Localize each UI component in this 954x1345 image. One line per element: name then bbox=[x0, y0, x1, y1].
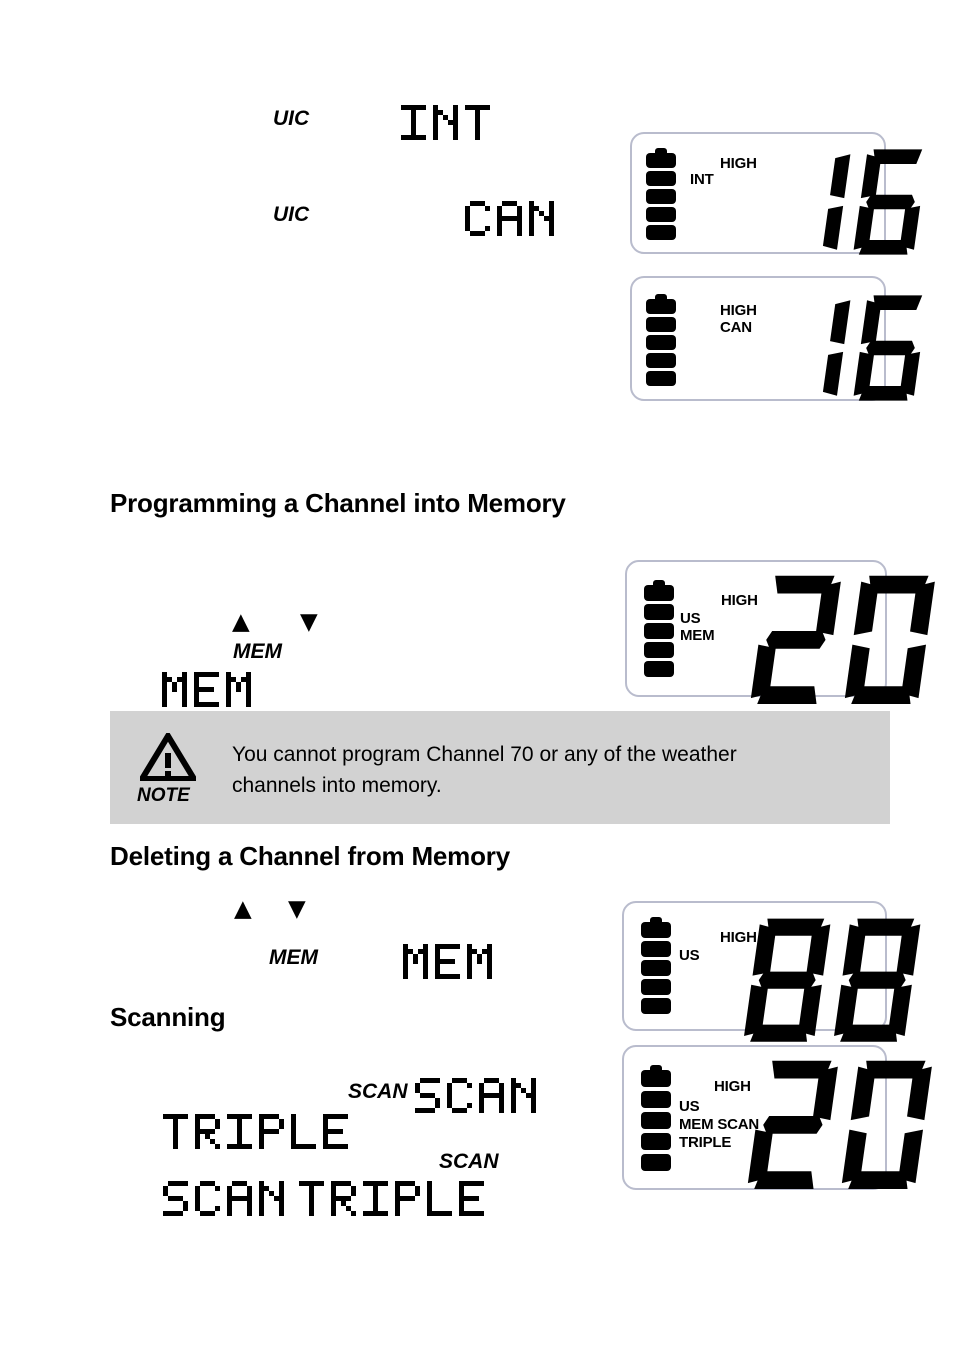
heading-programming-a-channel-into-memory: Programming a Channel into Memory bbox=[110, 488, 566, 518]
note-text-line-2: channels into memory. bbox=[232, 774, 442, 797]
heading-scanning: Scanning bbox=[110, 1002, 226, 1032]
annotation-scan-italic-1: SCAN bbox=[348, 1080, 408, 1103]
lcd-glyph bbox=[258, 1180, 284, 1216]
lcd-annotation-int bbox=[400, 104, 496, 140]
arrow-down-icon: ▼ bbox=[300, 609, 318, 635]
lcd-glyph bbox=[298, 1180, 324, 1216]
note-label: NOTE bbox=[137, 785, 190, 806]
lcd-glyph bbox=[330, 1180, 356, 1216]
lcd-panel-us-mem-20: HIGH US MEM bbox=[625, 560, 935, 705]
indicator-us: US bbox=[679, 1098, 700, 1115]
indicator-us: US bbox=[679, 947, 700, 964]
indicator-high: HIGH bbox=[720, 155, 757, 172]
lcd-glyph bbox=[322, 1113, 348, 1149]
indicator-int: INT bbox=[690, 171, 714, 188]
lcd-glyph bbox=[496, 200, 522, 236]
indicator-triple: TRIPLE bbox=[679, 1134, 732, 1151]
lcd-glyph bbox=[434, 943, 460, 979]
arrow-up-icon: ▲ bbox=[234, 896, 252, 922]
lcd-glyph bbox=[161, 671, 187, 707]
lcd-glyph bbox=[400, 104, 426, 140]
seven-segment-digit bbox=[780, 148, 854, 256]
note-text: You cannot program Channel 70 or any of … bbox=[232, 739, 872, 801]
lcd-glyph bbox=[446, 1077, 472, 1113]
lcd-glyph bbox=[510, 1077, 536, 1113]
lcd-annotation-scan-1 bbox=[414, 1077, 542, 1113]
lcd-glyph bbox=[194, 1180, 220, 1216]
lcd-annotation-mem-2 bbox=[402, 943, 498, 979]
lcd-glyph bbox=[226, 1180, 252, 1216]
lcd-glyph bbox=[290, 1113, 316, 1149]
lcd-glyph bbox=[193, 671, 219, 707]
channel-digits-20 bbox=[750, 574, 943, 706]
channel-digits-16 bbox=[780, 148, 934, 256]
seven-segment-digit bbox=[747, 1059, 842, 1191]
lcd-glyph bbox=[466, 943, 492, 979]
warning-triangle-icon bbox=[136, 730, 200, 782]
lcd-glyph bbox=[426, 1180, 452, 1216]
note-box: NOTE You cannot program Channel 70 or an… bbox=[110, 711, 890, 824]
lcd-annotation-mem-1 bbox=[161, 671, 257, 707]
channel-digits-20 bbox=[747, 1059, 940, 1191]
annotation-uic-2: UIC bbox=[273, 203, 310, 226]
lcd-glyph bbox=[464, 104, 490, 140]
lcd-glyph bbox=[402, 943, 428, 979]
lcd-glyph bbox=[225, 671, 251, 707]
lcd-glyph bbox=[414, 1077, 440, 1113]
lcd-annotation-triple-1 bbox=[162, 1113, 354, 1149]
seven-segment-digit bbox=[744, 917, 835, 1043]
battery-icon bbox=[646, 294, 676, 388]
lcd-glyph bbox=[528, 200, 554, 236]
indicator-mem: MEM bbox=[680, 627, 715, 644]
battery-icon bbox=[641, 917, 671, 1017]
lcd-glyph bbox=[194, 1113, 220, 1149]
heading-deleting-a-channel-from-memory: Deleting a Channel from Memory bbox=[110, 841, 510, 871]
lcd-panel-can-16: HIGH CAN bbox=[630, 276, 923, 401]
indicator-high: HIGH bbox=[721, 592, 758, 609]
lcd-glyph bbox=[394, 1180, 420, 1216]
channel-digits-88 bbox=[744, 917, 928, 1043]
battery-icon bbox=[644, 580, 674, 680]
battery-icon bbox=[641, 1065, 671, 1175]
annotation-uic-1: UIC bbox=[273, 107, 310, 130]
indicator-high: HIGH bbox=[714, 1078, 751, 1095]
seven-segment-digit bbox=[853, 294, 931, 402]
lcd-glyph bbox=[432, 104, 458, 140]
note-text-line-1: You cannot program Channel 70 or any of … bbox=[232, 743, 737, 766]
lcd-panel-int-16: HIGH INT bbox=[630, 132, 923, 255]
channel-digits-16 bbox=[780, 294, 934, 402]
lcd-annotation-triple-2 bbox=[298, 1180, 490, 1216]
arrow-up-icon: ▲ bbox=[232, 609, 250, 635]
seven-segment-digit bbox=[750, 574, 845, 706]
seven-segment-digit bbox=[844, 574, 939, 706]
seven-segment-digit bbox=[841, 1059, 936, 1191]
indicator-high: HIGH bbox=[720, 302, 757, 319]
indicator-mem-scan: MEM SCAN bbox=[679, 1116, 760, 1133]
seven-segment-digit bbox=[853, 148, 931, 256]
annotation-mem-italic-1: MEM bbox=[233, 640, 282, 663]
indicator-can: CAN bbox=[720, 319, 752, 336]
seven-segment-digit bbox=[780, 294, 854, 402]
battery-icon bbox=[646, 148, 676, 242]
lcd-glyph bbox=[478, 1077, 504, 1113]
lcd-panel-us-mem-scan-triple-20: HIGH US MEM SCAN TRIPLE bbox=[622, 1045, 932, 1190]
lcd-glyph bbox=[362, 1180, 388, 1216]
lcd-glyph bbox=[162, 1180, 188, 1216]
lcd-annotation-scan-2 bbox=[162, 1180, 290, 1216]
lcd-glyph bbox=[258, 1113, 284, 1149]
indicator-us: US bbox=[680, 610, 701, 627]
lcd-panel-us-88: HIGH US bbox=[622, 901, 921, 1042]
lcd-glyph bbox=[226, 1113, 252, 1149]
seven-segment-digit bbox=[834, 917, 925, 1043]
arrow-down-icon: ▼ bbox=[288, 896, 306, 922]
lcd-annotation-can bbox=[464, 200, 560, 236]
lcd-glyph bbox=[162, 1113, 188, 1149]
annotation-mem-italic-2: MEM bbox=[269, 946, 318, 969]
lcd-glyph bbox=[458, 1180, 484, 1216]
annotation-scan-italic-2: SCAN bbox=[439, 1150, 499, 1173]
lcd-glyph bbox=[464, 200, 490, 236]
